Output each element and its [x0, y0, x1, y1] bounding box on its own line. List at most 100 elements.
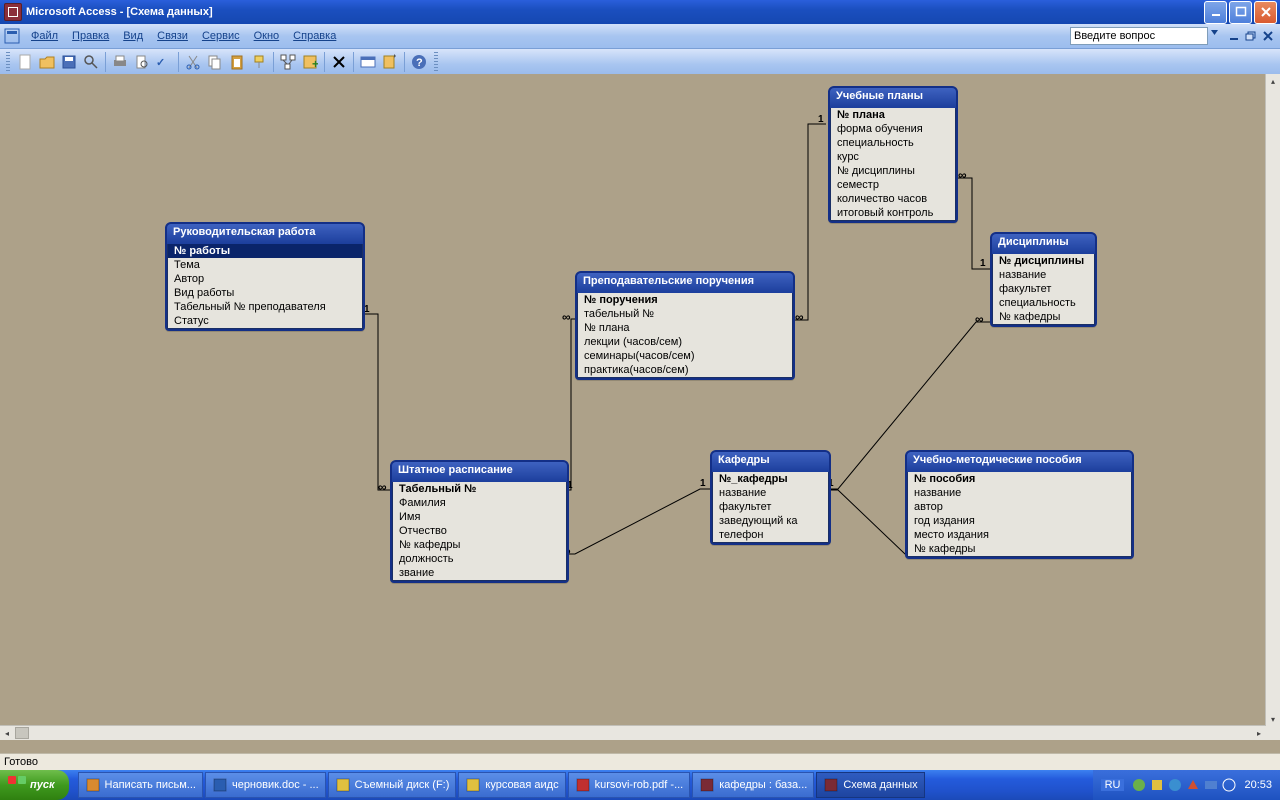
entity-teaching-materials[interactable]: Учебно-методические пособия № пособия на…	[905, 450, 1134, 559]
field[interactable]: название	[908, 486, 1131, 500]
print-preview-icon[interactable]	[131, 51, 153, 73]
entity-title[interactable]: Дисциплины	[992, 234, 1095, 254]
entity-staff-schedule[interactable]: Штатное расписание Табельный № Фамилия И…	[390, 460, 569, 583]
print-icon[interactable]	[109, 51, 131, 73]
field[interactable]: Статус	[168, 314, 362, 328]
field[interactable]: №_кафедры	[713, 472, 828, 486]
tray-icon[interactable]	[1185, 777, 1201, 793]
cut-icon[interactable]	[182, 51, 204, 73]
start-button[interactable]: пуск	[0, 770, 69, 800]
entity-title[interactable]: Учебные планы	[830, 88, 956, 108]
field[interactable]: № пособия	[908, 472, 1131, 486]
field[interactable]: № дисциплины	[993, 254, 1094, 268]
help-search-input[interactable]	[1070, 27, 1208, 45]
entity-study-plans[interactable]: Учебные планы № плана форма обучения спе…	[828, 86, 958, 223]
menu-tools[interactable]: Сервис	[195, 30, 247, 42]
toolbar-grip[interactable]	[6, 52, 10, 72]
field[interactable]: факультет	[993, 282, 1094, 296]
tray-icon[interactable]	[1149, 777, 1165, 793]
taskbar-item[interactable]: Съемный диск (F:)	[328, 772, 457, 798]
field[interactable]: № кафедры	[993, 310, 1094, 324]
field[interactable]: место издания	[908, 528, 1131, 542]
menu-edit[interactable]: Правка	[65, 30, 116, 42]
field[interactable]: Автор	[168, 272, 362, 286]
taskbar-item[interactable]: Написать письм...	[78, 772, 203, 798]
close-button[interactable]	[1254, 1, 1277, 24]
scroll-right-icon[interactable]: ▸	[1252, 726, 1266, 740]
new-icon[interactable]	[14, 51, 36, 73]
field[interactable]: звание	[393, 566, 566, 580]
mdi-restore-icon[interactable]	[1245, 30, 1259, 42]
field[interactable]: телефон	[713, 528, 828, 542]
entity-title[interactable]: Преподавательские поручения	[577, 273, 793, 293]
field[interactable]: Тема	[168, 258, 362, 272]
format-painter-icon[interactable]	[248, 51, 270, 73]
entity-disciplines[interactable]: Дисциплины № дисциплины название факульт…	[990, 232, 1097, 327]
field[interactable]: Табельный № преподавателя	[168, 300, 362, 314]
field[interactable]: форма обучения	[831, 122, 955, 136]
scroll-down-icon[interactable]: ▾	[1266, 712, 1280, 726]
search-icon[interactable]	[80, 51, 102, 73]
mdi-minimize-icon[interactable]	[1228, 30, 1242, 42]
field[interactable]: заведующий ка	[713, 514, 828, 528]
entity-title[interactable]: Руководительская работа	[167, 224, 363, 244]
scroll-thumb[interactable]	[15, 727, 29, 739]
entity-teaching-assignments[interactable]: Преподавательские поручения № поручения …	[575, 271, 795, 380]
taskbar-item[interactable]: кафедры : база...	[692, 772, 814, 798]
entity-supervisory-work[interactable]: Руководительская работа № работы Тема Ав…	[165, 222, 365, 331]
field[interactable]: № плана	[578, 321, 792, 335]
field[interactable]: должность	[393, 552, 566, 566]
vertical-scrollbar[interactable]: ▴ ▾	[1265, 74, 1280, 726]
menu-relations[interactable]: Связи	[150, 30, 195, 42]
help-icon[interactable]: ?	[408, 51, 430, 73]
field[interactable]: № работы	[168, 244, 362, 258]
field[interactable]: факультет	[713, 500, 828, 514]
field[interactable]: год издания	[908, 514, 1131, 528]
field[interactable]: семинары(часов/сем)	[578, 349, 792, 363]
system-tray[interactable]: RU 20:53	[1093, 770, 1280, 800]
toolbar-grip-end[interactable]	[434, 52, 438, 72]
field[interactable]: автор	[908, 500, 1131, 514]
save-icon[interactable]	[58, 51, 80, 73]
entity-departments[interactable]: Кафедры №_кафедры название факультет зав…	[710, 450, 831, 545]
field[interactable]: практика(часов/сем)	[578, 363, 792, 377]
field[interactable]: № кафедры	[908, 542, 1131, 556]
field[interactable]: название	[993, 268, 1094, 282]
maximize-button[interactable]	[1229, 1, 1252, 24]
menu-file[interactable]: Файл	[24, 30, 65, 42]
open-icon[interactable]	[36, 51, 58, 73]
tray-icon[interactable]	[1167, 777, 1183, 793]
field[interactable]: курс	[831, 150, 955, 164]
delete-icon[interactable]	[328, 51, 350, 73]
horizontal-scrollbar[interactable]: ◂ ▸	[0, 725, 1266, 740]
entity-title[interactable]: Кафедры	[712, 452, 829, 472]
copy-icon[interactable]	[204, 51, 226, 73]
taskbar-item[interactable]: Схема данных	[816, 772, 924, 798]
relationships-canvas[interactable]: 1∞ 1∞ ∞1 1∞ ∞ ∞1 ∞1 Руководительская раб…	[0, 74, 1266, 726]
tray-icon[interactable]	[1203, 777, 1219, 793]
menu-help[interactable]: Справка	[286, 30, 343, 42]
taskbar-item[interactable]: kursovi-rob.pdf -...	[568, 772, 691, 798]
field[interactable]: семестр	[831, 178, 955, 192]
field[interactable]: Отчество	[393, 524, 566, 538]
field[interactable]: итоговый контроль	[831, 206, 955, 220]
tray-icon[interactable]	[1131, 777, 1147, 793]
field[interactable]: № дисциплины	[831, 164, 955, 178]
spellcheck-icon[interactable]: ✓	[153, 51, 175, 73]
field[interactable]: № кафедры	[393, 538, 566, 552]
field[interactable]: табельный №	[578, 307, 792, 321]
taskbar-item[interactable]: курсовая аидс	[458, 772, 565, 798]
menu-view[interactable]: Вид	[116, 30, 150, 42]
mdi-close-icon[interactable]	[1262, 30, 1276, 42]
field[interactable]: Вид работы	[168, 286, 362, 300]
field[interactable]: № плана	[831, 108, 955, 122]
field[interactable]: Имя	[393, 510, 566, 524]
scroll-up-icon[interactable]: ▴	[1266, 74, 1280, 88]
menu-window[interactable]: Окно	[247, 30, 287, 42]
field[interactable]: № поручения	[578, 293, 792, 307]
field[interactable]: Фамилия	[393, 496, 566, 510]
database-window-icon[interactable]	[357, 51, 379, 73]
show-table-icon[interactable]: +	[299, 51, 321, 73]
entity-title[interactable]: Учебно-методические пособия	[907, 452, 1132, 472]
field[interactable]: количество часов	[831, 192, 955, 206]
